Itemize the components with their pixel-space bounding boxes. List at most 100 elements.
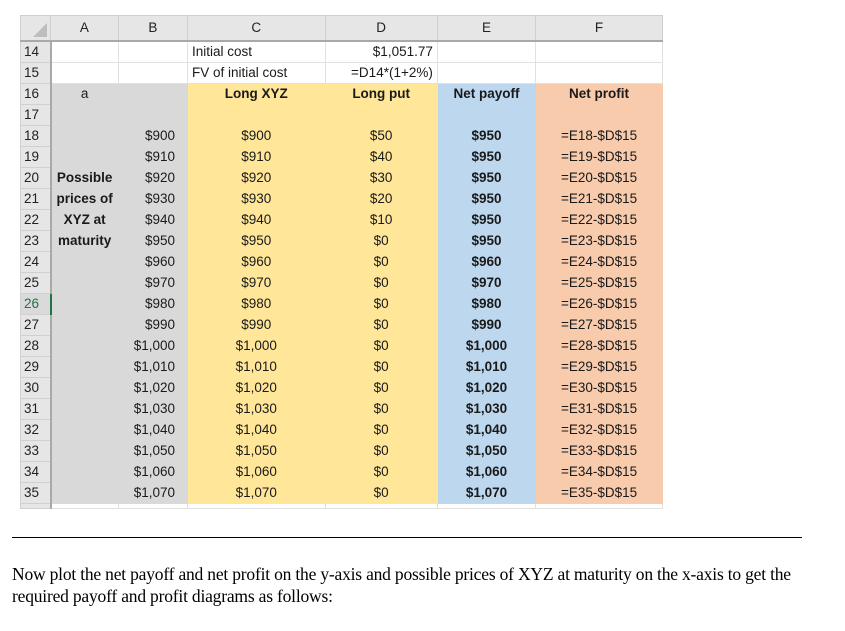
cell[interactable]: [187, 503, 326, 509]
long-put-cell[interactable]: $40: [324, 146, 438, 168]
price-cell[interactable]: $1,070: [117, 482, 189, 504]
row-header[interactable]: 28: [20, 335, 52, 357]
net-payoff-cell[interactable]: $1,020: [436, 377, 537, 399]
net-profit-cell[interactable]: =E28-$D$15: [535, 335, 663, 357]
cell[interactable]: [117, 104, 189, 126]
side-label-line[interactable]: maturity: [50, 230, 119, 252]
long-xyz-cell[interactable]: $940: [187, 209, 326, 231]
long-put-cell[interactable]: $0: [324, 230, 438, 252]
column-header-e[interactable]: E: [436, 15, 537, 42]
cell[interactable]: [50, 356, 119, 378]
cell[interactable]: [50, 40, 119, 63]
row-header[interactable]: 34: [20, 461, 52, 483]
long-xyz-cell[interactable]: $970: [187, 272, 326, 294]
long-xyz-cell[interactable]: $1,070: [187, 482, 326, 504]
long-xyz-cell[interactable]: $1,030: [187, 398, 326, 420]
net-profit-cell[interactable]: =E27-$D$15: [535, 314, 663, 336]
row-header[interactable]: 30: [20, 377, 52, 399]
price-cell[interactable]: $1,040: [117, 419, 189, 441]
cell[interactable]: [436, 503, 537, 509]
net-profit-cell[interactable]: =E22-$D$15: [535, 209, 663, 231]
net-payoff-cell[interactable]: $1,050: [436, 440, 537, 462]
long-put-cell[interactable]: $0: [324, 482, 438, 504]
net-payoff-cell[interactable]: $1,030: [436, 398, 537, 420]
row-header[interactable]: 18: [20, 125, 52, 147]
cell[interactable]: [117, 62, 189, 84]
row-header[interactable]: 22: [20, 209, 52, 231]
price-cell[interactable]: $990: [117, 314, 189, 336]
row-header[interactable]: 26: [20, 293, 52, 315]
long-xyz-cell[interactable]: $1,040: [187, 419, 326, 441]
column-header-a[interactable]: A: [50, 15, 119, 42]
cell[interactable]: [50, 419, 119, 441]
row-header[interactable]: 33: [20, 440, 52, 462]
price-cell[interactable]: $930: [117, 188, 189, 210]
cell[interactable]: [50, 125, 119, 147]
long-xyz-cell[interactable]: $1,050: [187, 440, 326, 462]
cell[interactable]: [50, 377, 119, 399]
long-xyz-header[interactable]: Long XYZ: [187, 83, 326, 105]
initial-cost-value[interactable]: $1,051.77: [324, 40, 438, 63]
net-profit-cell[interactable]: =E31-$D$15: [535, 398, 663, 420]
row-header[interactable]: 23: [20, 230, 52, 252]
net-profit-cell[interactable]: =E34-$D$15: [535, 461, 663, 483]
cell[interactable]: [50, 482, 119, 504]
long-put-cell[interactable]: $30: [324, 167, 438, 189]
row-header[interactable]: 25: [20, 272, 52, 294]
price-cell[interactable]: $1,010: [117, 356, 189, 378]
cell[interactable]: [324, 104, 438, 126]
price-cell[interactable]: $1,000: [117, 335, 189, 357]
net-profit-cell[interactable]: =E35-$D$15: [535, 482, 663, 504]
net-profit-cell[interactable]: =E24-$D$15: [535, 251, 663, 273]
net-profit-cell[interactable]: =E19-$D$15: [535, 146, 663, 168]
net-payoff-cell[interactable]: $980: [436, 293, 537, 315]
net-profit-cell[interactable]: =E30-$D$15: [535, 377, 663, 399]
net-payoff-cell[interactable]: $950: [436, 167, 537, 189]
long-put-cell[interactable]: $0: [324, 356, 438, 378]
net-payoff-cell[interactable]: $1,040: [436, 419, 537, 441]
long-xyz-cell[interactable]: $910: [187, 146, 326, 168]
cell[interactable]: [436, 62, 537, 84]
cell[interactable]: [117, 503, 189, 509]
price-cell[interactable]: $1,060: [117, 461, 189, 483]
long-put-cell[interactable]: $0: [324, 314, 438, 336]
cell[interactable]: [535, 62, 663, 84]
long-xyz-cell[interactable]: $930: [187, 188, 326, 210]
cell[interactable]: [50, 314, 119, 336]
cell[interactable]: [50, 293, 119, 315]
long-put-cell[interactable]: $0: [324, 335, 438, 357]
cell[interactable]: [50, 272, 119, 294]
row-header[interactable]: 32: [20, 419, 52, 441]
long-put-cell[interactable]: $0: [324, 272, 438, 294]
row-header[interactable]: 14: [20, 40, 52, 63]
net-payoff-cell[interactable]: $1,010: [436, 356, 537, 378]
net-payoff-cell[interactable]: $970: [436, 272, 537, 294]
row-header[interactable]: 20: [20, 167, 52, 189]
net-profit-cell[interactable]: =E32-$D$15: [535, 419, 663, 441]
long-put-cell[interactable]: $20: [324, 188, 438, 210]
long-xyz-cell[interactable]: $1,000: [187, 335, 326, 357]
row-header[interactable]: [20, 503, 52, 509]
side-label-line[interactable]: Possible: [50, 167, 119, 189]
long-put-cell[interactable]: $0: [324, 461, 438, 483]
net-profit-cell[interactable]: =E33-$D$15: [535, 440, 663, 462]
cell[interactable]: [50, 104, 119, 126]
price-cell[interactable]: $940: [117, 209, 189, 231]
long-put-cell[interactable]: $50: [324, 125, 438, 147]
cell[interactable]: [117, 83, 189, 105]
cell[interactable]: [117, 40, 189, 63]
long-xyz-cell[interactable]: $950: [187, 230, 326, 252]
net-payoff-cell[interactable]: $990: [436, 314, 537, 336]
long-xyz-cell[interactable]: $990: [187, 314, 326, 336]
price-cell[interactable]: $950: [117, 230, 189, 252]
long-put-cell[interactable]: $0: [324, 419, 438, 441]
cell[interactable]: [50, 461, 119, 483]
net-payoff-cell[interactable]: $1,070: [436, 482, 537, 504]
net-profit-cell[interactable]: =E21-$D$15: [535, 188, 663, 210]
cell[interactable]: [50, 335, 119, 357]
cell[interactable]: [535, 104, 663, 126]
row-header[interactable]: 16: [20, 83, 52, 105]
long-xyz-cell[interactable]: $920: [187, 167, 326, 189]
column-header-b[interactable]: B: [117, 15, 189, 42]
side-label-line[interactable]: prices of: [50, 188, 119, 210]
